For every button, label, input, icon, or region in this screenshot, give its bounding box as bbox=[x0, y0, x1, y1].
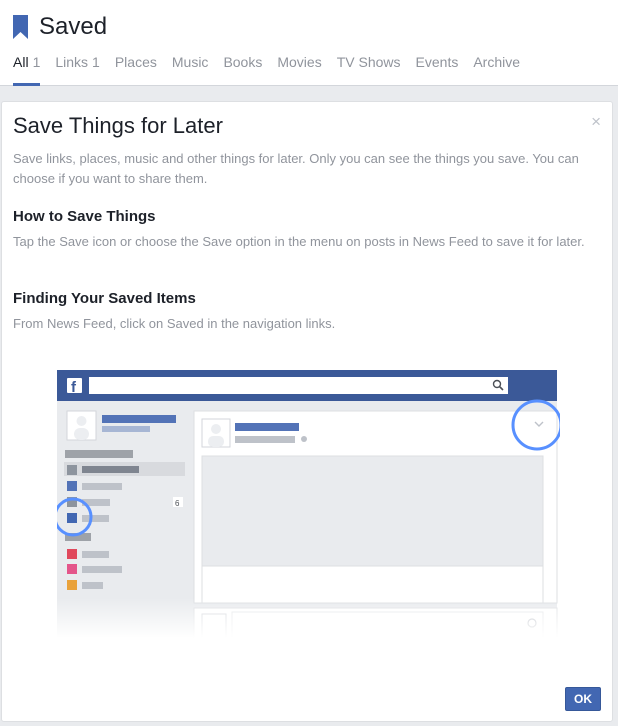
ok-button[interactable]: OK bbox=[565, 687, 601, 711]
how-to-save-text: Tap the Save icon or choose the Save opt… bbox=[13, 234, 585, 249]
tab-all[interactable]: All 1 bbox=[13, 54, 41, 86]
close-icon[interactable]: × bbox=[591, 113, 601, 130]
finding-saved-text: From News Feed, click on Saved in the na… bbox=[13, 316, 336, 331]
saved-header: Saved All 1 Links 1 Places Music Books Mov… bbox=[0, 0, 618, 86]
tab-archive[interactable]: Archive bbox=[473, 54, 520, 86]
tab-books[interactable]: Books bbox=[223, 54, 262, 86]
bookmark-icon bbox=[13, 15, 28, 39]
tab-links[interactable]: Links 1 bbox=[55, 54, 99, 86]
tab-count: 1 bbox=[32, 54, 41, 70]
tab-events[interactable]: Events bbox=[416, 54, 459, 86]
news-feed-illustration: f 6 bbox=[57, 370, 560, 638]
tab-label: All bbox=[13, 54, 29, 70]
save-things-card: × Save Things for Later Save links, plac… bbox=[1, 101, 613, 722]
page-title: Saved bbox=[39, 13, 108, 40]
how-to-save-heading: How to Save Things bbox=[13, 208, 156, 225]
intro-text: Save links, places, music and other thin… bbox=[13, 151, 579, 186]
illustration-fade bbox=[57, 598, 560, 638]
tab-count: 1 bbox=[92, 54, 100, 70]
tab-tv-shows[interactable]: TV Shows bbox=[337, 54, 401, 86]
tab-bar: All 1 Links 1 Places Music Books Movies TV… bbox=[13, 54, 535, 86]
tab-music[interactable]: Music bbox=[172, 54, 209, 86]
finding-saved-heading: Finding Your Saved Items bbox=[13, 290, 196, 307]
title-row: Saved bbox=[13, 13, 107, 41]
card-title: Save Things for Later bbox=[13, 113, 223, 138]
illustration-badge: 6 bbox=[175, 499, 180, 508]
tab-movies[interactable]: Movies bbox=[277, 54, 321, 86]
tab-label: Links bbox=[55, 54, 89, 70]
tab-places[interactable]: Places bbox=[115, 54, 157, 86]
